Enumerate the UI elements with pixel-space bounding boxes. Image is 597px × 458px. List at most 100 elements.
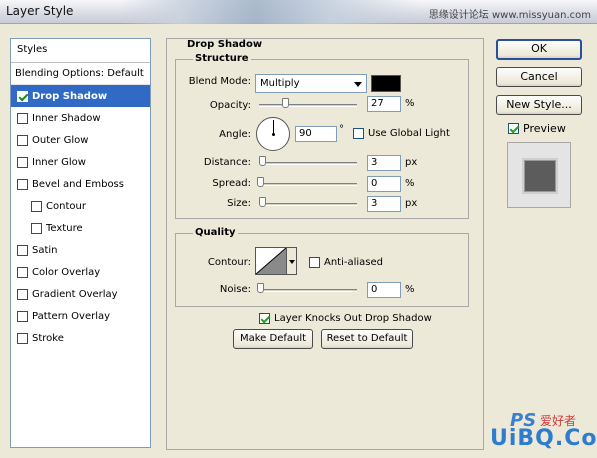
contour-label: Contour: (207, 257, 251, 268)
contour-dropdown-button[interactable] (287, 247, 297, 275)
size-slider-track[interactable] (259, 203, 357, 206)
style-item-label: Pattern Overlay (32, 310, 111, 322)
watermark-url-text: UiBQ.CoM (490, 426, 597, 451)
blend-mode-label: Blend Mode: (188, 76, 251, 87)
make-default-button[interactable]: Make Default (233, 329, 313, 349)
layer-style-dialog: Styles Blending Options: Default Drop Sh… (0, 24, 597, 458)
angle-dial[interactable] (256, 117, 290, 151)
preview-checkbox[interactable]: Preview (508, 122, 566, 135)
style-item-contour[interactable]: Contour (11, 195, 150, 217)
style-item-label: Inner Shadow (32, 112, 101, 124)
style-item-label: Drop Shadow (32, 90, 108, 102)
new-style-button[interactable]: New Style... (496, 95, 582, 115)
drop-shadow-group: Drop Shadow Structure Blend Mode: Multip… (166, 38, 484, 450)
checkbox-icon[interactable] (17, 134, 28, 146)
contour-preview[interactable] (255, 247, 287, 275)
distance-unit: px (405, 157, 418, 168)
spread-slider-thumb[interactable] (257, 177, 264, 187)
noise-slider-track[interactable] (259, 289, 357, 292)
style-items-list: Drop Shadow Inner Shadow Outer Glow Inner G… (11, 85, 150, 349)
blending-options-item[interactable]: Blending Options: Default (11, 63, 150, 85)
style-item-inner-glow[interactable]: Inner Glow (11, 151, 150, 173)
ok-button[interactable]: OK (496, 39, 582, 60)
style-item-gradient-overlay[interactable]: Gradient Overlay (11, 283, 150, 305)
style-item-bevel-and-emboss[interactable]: Bevel and Emboss (11, 173, 150, 195)
style-preview (507, 142, 571, 208)
cancel-button[interactable]: Cancel (496, 67, 582, 87)
angle-input[interactable]: 90 (295, 126, 337, 142)
opacity-slider-thumb[interactable] (282, 98, 290, 108)
chevron-down-icon (354, 82, 362, 87)
checkbox-icon[interactable] (17, 266, 28, 278)
angle-unit: ° (339, 124, 344, 135)
noise-unit: % (405, 284, 415, 295)
style-item-label: Inner Glow (32, 156, 86, 168)
use-global-light-checkbox[interactable]: Use Global Light (353, 128, 450, 139)
spread-unit: % (405, 178, 415, 189)
style-item-pattern-overlay[interactable]: Pattern Overlay (11, 305, 150, 327)
checkbox-icon[interactable] (259, 313, 270, 324)
distance-input[interactable]: 3 (367, 155, 401, 171)
style-item-label: Contour (46, 200, 86, 212)
style-item-outer-glow[interactable]: Outer Glow (11, 129, 150, 151)
checkbox-icon[interactable] (17, 156, 28, 168)
spread-label: Spread: (212, 178, 251, 189)
size-input[interactable]: 3 (367, 196, 401, 212)
quality-title: Quality (193, 227, 238, 238)
style-item-label: Bevel and Emboss (32, 178, 124, 190)
angle-dial-center (272, 133, 275, 136)
style-item-satin[interactable]: Satin (11, 239, 150, 261)
structure-title: Structure (193, 53, 251, 64)
spread-input[interactable]: 0 (367, 176, 401, 192)
checkbox-icon[interactable] (17, 332, 28, 344)
opacity-input[interactable]: 27 (367, 96, 401, 112)
style-item-label: Texture (46, 222, 83, 234)
title-bar[interactable]: Layer Style 思缘设计论坛 www.missyuan.com (0, 0, 597, 24)
blend-mode-select[interactable]: Multiply (255, 74, 367, 93)
checkbox-icon[interactable] (309, 257, 320, 268)
checkbox-icon[interactable] (17, 244, 28, 256)
checkbox-icon[interactable] (17, 112, 28, 124)
reset-to-default-button[interactable]: Reset to Default (321, 329, 413, 349)
drop-shadow-title: Drop Shadow (185, 39, 265, 50)
spread-slider-track[interactable] (259, 183, 357, 186)
checkbox-icon[interactable] (17, 178, 28, 190)
noise-input[interactable]: 0 (367, 282, 401, 298)
distance-slider-track[interactable] (259, 162, 357, 165)
checkbox-icon[interactable] (508, 123, 519, 134)
noise-label: Noise: (219, 284, 251, 295)
style-item-label: Satin (32, 244, 58, 256)
contour-curve-icon (255, 247, 287, 275)
checkbox-icon[interactable] (17, 90, 28, 102)
checkbox-icon[interactable] (31, 222, 42, 234)
style-item-label: Color Overlay (32, 266, 101, 278)
styles-header[interactable]: Styles (11, 39, 150, 63)
knockout-checkbox[interactable]: Layer Knocks Out Drop Shadow (259, 313, 432, 324)
window-title: Layer Style (6, 4, 74, 18)
style-item-inner-shadow[interactable]: Inner Shadow (11, 107, 150, 129)
style-item-texture[interactable]: Texture (11, 217, 150, 239)
distance-label: Distance: (203, 157, 251, 168)
style-item-stroke[interactable]: Stroke (11, 327, 150, 349)
noise-slider-thumb[interactable] (257, 283, 264, 293)
opacity-label: Opacity: (209, 100, 251, 111)
anti-aliased-label: Anti-aliased (324, 257, 384, 268)
watermark-logo: PS 爱好者 UiBQ.CoM (484, 404, 597, 458)
preview-swatch (524, 160, 556, 192)
size-label: Size: (227, 198, 251, 209)
distance-slider-thumb[interactable] (259, 156, 266, 166)
style-item-label: Stroke (32, 332, 64, 344)
style-item-color-overlay[interactable]: Color Overlay (11, 261, 150, 283)
size-unit: px (405, 198, 418, 209)
opacity-slider-track[interactable] (259, 104, 357, 107)
anti-aliased-checkbox[interactable]: Anti-aliased (309, 257, 383, 268)
checkbox-icon[interactable] (17, 310, 28, 322)
use-global-light-label: Use Global Light (368, 128, 450, 139)
checkbox-icon[interactable] (17, 288, 28, 300)
checkbox-icon[interactable] (353, 128, 364, 139)
checkbox-icon[interactable] (31, 200, 42, 212)
shadow-color-swatch[interactable] (371, 75, 401, 92)
size-slider-thumb[interactable] (259, 197, 266, 207)
style-item-label: Outer Glow (32, 134, 89, 146)
style-item-drop-shadow[interactable]: Drop Shadow (11, 85, 150, 107)
